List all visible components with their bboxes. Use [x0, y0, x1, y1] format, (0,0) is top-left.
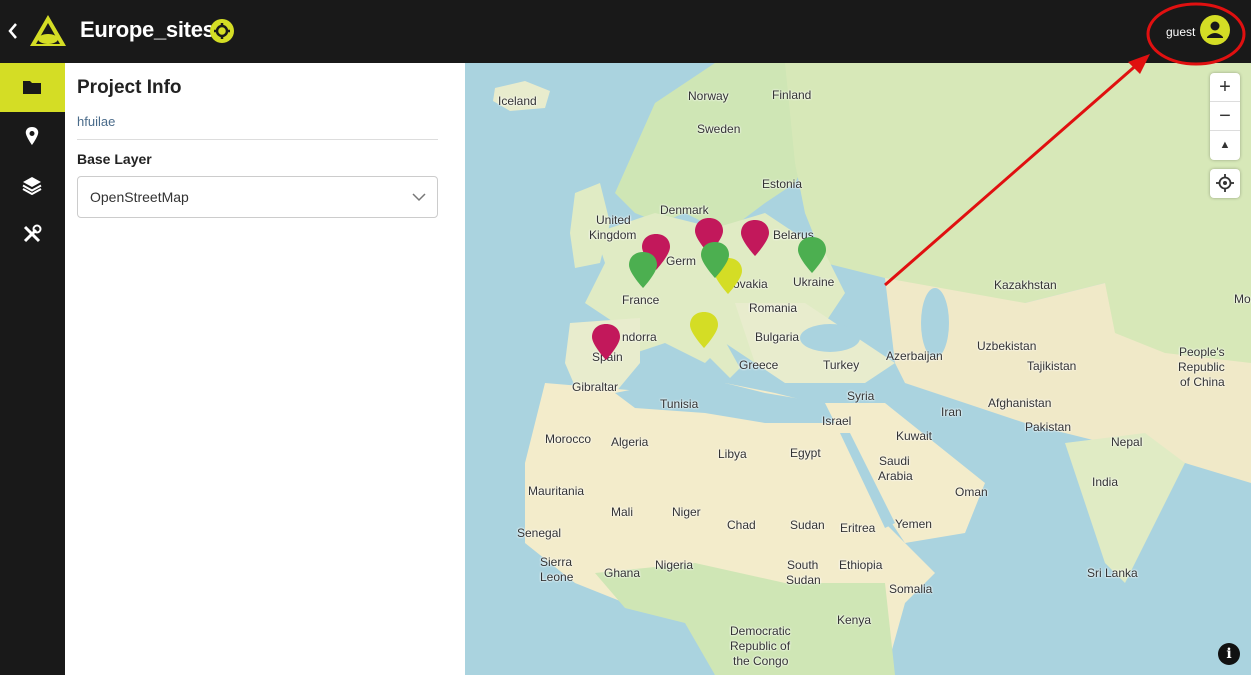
- highlight-circle: [1146, 2, 1246, 66]
- annotation-overlay: [884, 2, 1246, 287]
- highlight-arrow: [884, 60, 1141, 287]
